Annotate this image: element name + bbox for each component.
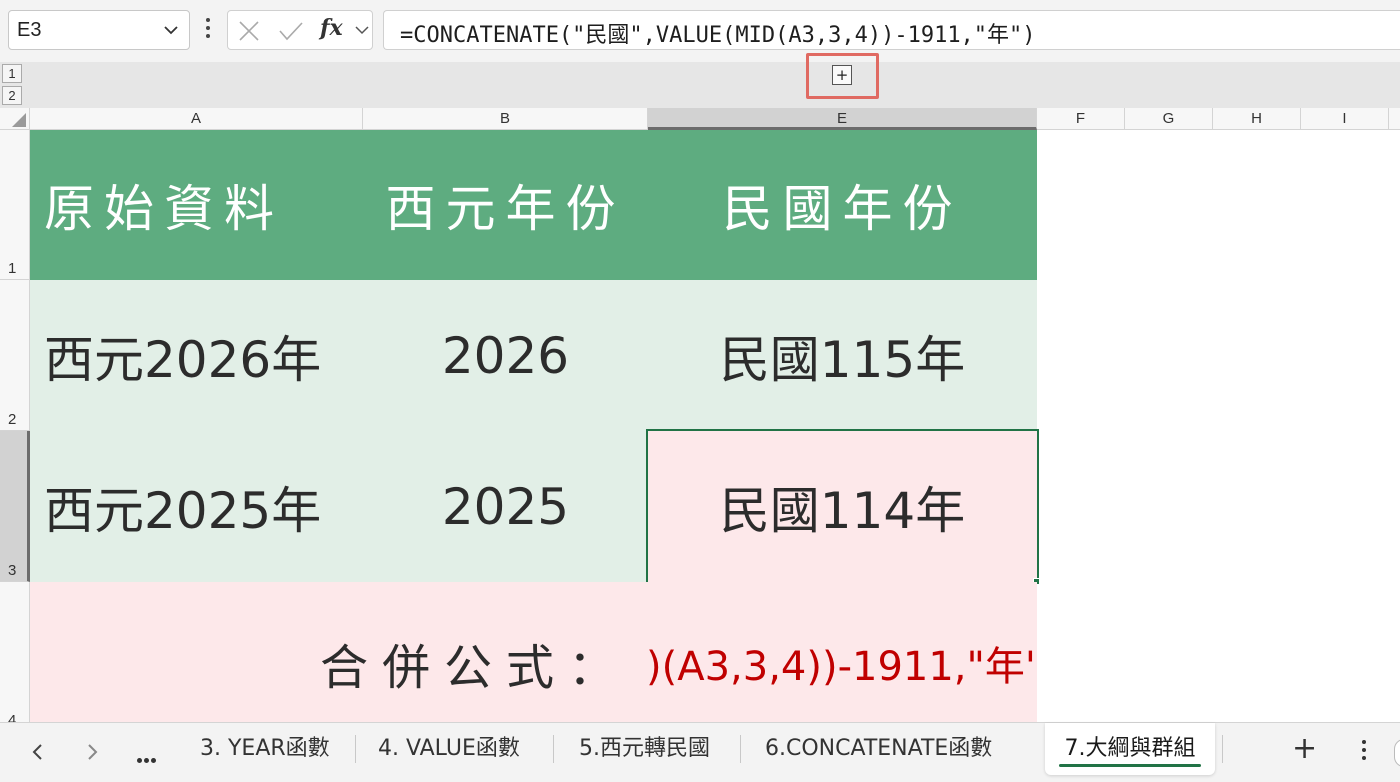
- sheet-tab-outline-active[interactable]: 7.大綱與群組: [1045, 723, 1215, 775]
- cell-e2[interactable]: 民國115年: [648, 280, 1037, 431]
- tab-separator: [355, 735, 356, 763]
- cell-a1[interactable]: 原始資料: [30, 130, 363, 280]
- sheet-tab-year[interactable]: 3. YEAR函數: [200, 723, 330, 775]
- cell-a2[interactable]: 西元2026年: [30, 280, 363, 431]
- sheet-tab-value[interactable]: 4. VALUE函數: [378, 723, 520, 775]
- expand-group-button[interactable]: +: [832, 65, 852, 85]
- column-header-b[interactable]: B: [363, 108, 648, 130]
- row-header-3[interactable]: 3: [0, 431, 30, 582]
- sheet-tab-concatenate[interactable]: 6.CONCATENATE函數: [765, 723, 992, 775]
- sheet-tab-convert[interactable]: 5.西元轉民國: [579, 723, 710, 775]
- worksheet-grid: 原始資料 西元年份 民國年份 西元2026年 2026 民國115年 西元202…: [30, 130, 1400, 722]
- formula-text: =CONCATENATE("民國",VALUE(MID(A3,3,4))-191…: [400, 23, 1036, 48]
- add-sheet-button[interactable]: +: [1292, 731, 1317, 766]
- column-header-h[interactable]: H: [1213, 108, 1301, 130]
- chevron-right-icon[interactable]: [80, 737, 104, 767]
- check-icon[interactable]: [278, 20, 304, 42]
- cell-e3-selected[interactable]: 民國114年: [646, 429, 1039, 584]
- more-vertical-icon[interactable]: [1362, 740, 1366, 764]
- outline-level-1-button[interactable]: 1: [2, 64, 22, 83]
- select-all-button[interactable]: [0, 108, 30, 130]
- cell-b1[interactable]: 西元年份: [363, 130, 648, 280]
- outline-level-2-button[interactable]: 2: [2, 86, 22, 105]
- cell-a3[interactable]: 西元2025年: [30, 431, 363, 582]
- cell-e1[interactable]: 民國年份: [648, 130, 1037, 280]
- name-box-value: E3: [17, 19, 42, 41]
- cell-b2[interactable]: 2026: [363, 280, 648, 431]
- merge-formula-text: )(A3,3,4))-1911,"年"): [646, 644, 1036, 690]
- row-headers: 1 2 3 4: [0, 130, 30, 732]
- insert-function-button[interactable]: fx: [320, 15, 343, 41]
- merge-formula-label: 合併公式：: [320, 640, 631, 696]
- tab-separator: [553, 735, 554, 763]
- more-horizontal-icon[interactable]: [137, 748, 158, 767]
- tab-separator: [1222, 735, 1223, 763]
- tab-separator: [740, 735, 741, 763]
- horizontal-scrollbar[interactable]: [1394, 739, 1400, 767]
- formula-bar: E3 fx =CONCATENATE("民國",VALUE(MID(A3,3,4…: [0, 0, 1400, 62]
- chevron-left-icon[interactable]: [26, 737, 50, 767]
- column-header-f[interactable]: F: [1037, 108, 1125, 130]
- cancel-icon[interactable]: [238, 20, 260, 42]
- active-tab-underline: [1059, 764, 1201, 767]
- name-box[interactable]: E3: [8, 10, 190, 50]
- sheet-tab-outline-label: 7.大綱與群組: [1064, 736, 1196, 761]
- row-header-1[interactable]: 1: [0, 130, 30, 280]
- outline-bar: 1 2: [0, 62, 1400, 108]
- formula-actions: fx: [227, 10, 373, 50]
- formula-input[interactable]: =CONCATENATE("民國",VALUE(MID(A3,3,4))-191…: [383, 10, 1400, 50]
- column-headers: A B E F G H I: [0, 108, 1400, 130]
- sheet-tab-bar: 3. YEAR函數 4. VALUE函數 5.西元轉民國 6.CONCATENA…: [0, 722, 1400, 782]
- chevron-down-icon[interactable]: [355, 26, 369, 35]
- column-header-i[interactable]: I: [1301, 108, 1389, 130]
- cell-b3[interactable]: 2025: [363, 431, 648, 582]
- more-vertical-icon[interactable]: [203, 18, 213, 42]
- select-all-icon: [12, 113, 26, 127]
- row-header-2[interactable]: 2: [0, 280, 30, 431]
- row-header-4[interactable]: 4: [0, 582, 30, 732]
- chevron-down-icon[interactable]: [163, 25, 179, 35]
- column-header-g[interactable]: G: [1125, 108, 1213, 130]
- excel-window: E3 fx =CONCATENATE("民國",VALUE(MID(A3,3,4…: [0, 0, 1400, 782]
- column-header-a[interactable]: A: [30, 108, 363, 130]
- column-header-e[interactable]: E: [648, 108, 1037, 130]
